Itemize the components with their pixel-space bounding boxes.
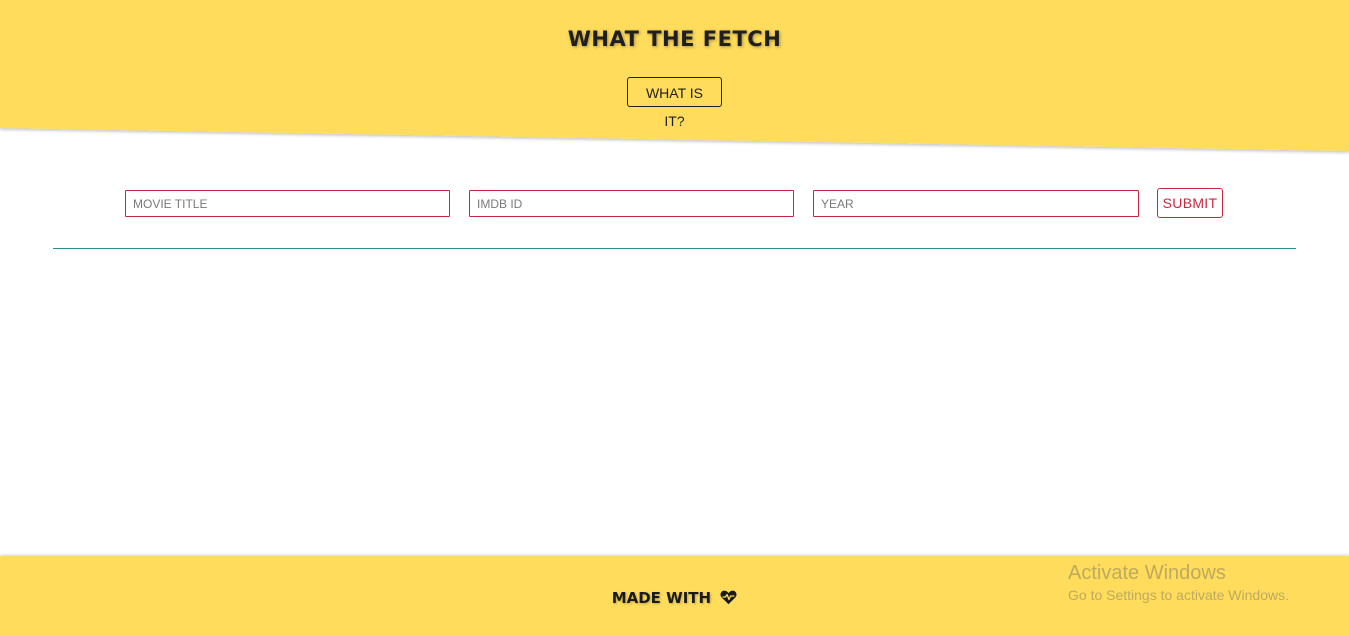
results-divider — [53, 248, 1296, 249]
imdb-id-input[interactable] — [469, 190, 794, 217]
year-input[interactable] — [813, 190, 1139, 217]
search-form: SUBMIT — [0, 187, 1349, 221]
site-title: WHAT THE FETCH — [567, 27, 782, 51]
what-is-it-button[interactable]: WHAT IS IT? — [627, 77, 722, 129]
watermark-subtitle: Go to Settings to activate Windows. — [1068, 587, 1289, 603]
footer-credit-text: MADE WITH — [611, 589, 712, 607]
heart-icon — [720, 590, 737, 609]
site-header: WHAT THE FETCH WHAT IS IT? — [0, 0, 1349, 160]
activate-windows-watermark: Activate Windows Go to Settings to activ… — [1068, 561, 1289, 605]
watermark-title: Activate Windows — [1068, 562, 1226, 584]
submit-button[interactable]: SUBMIT — [1157, 188, 1223, 218]
movie-title-input[interactable] — [125, 190, 450, 217]
page: WHAT THE FETCH WHAT IS IT? SUBMIT MADE W… — [0, 0, 1349, 636]
